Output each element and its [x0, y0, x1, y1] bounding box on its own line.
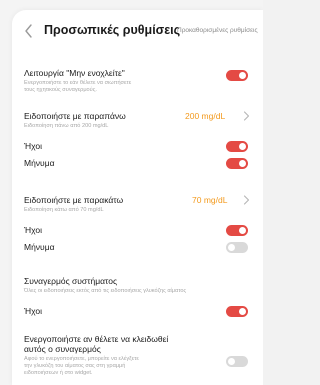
- high-alert-label: Ειδοποιήστε με παραπάνω: [24, 111, 126, 121]
- high-sounds-row: Ήχοι: [12, 138, 263, 154]
- chevron-right-icon: [243, 111, 250, 121]
- settings-panel: Προσωπικές ρυθμίσεις Προκαθορισμένες ρυθ…: [12, 10, 263, 385]
- page-title: Προσωπικές ρυθμίσεις: [44, 23, 181, 37]
- low-alert-row[interactable]: Ειδοποιήστε με παρακάτω Ειδοποίηση κάτω …: [12, 195, 263, 219]
- low-message-label: Μήνυμα: [24, 242, 55, 252]
- system-alarm-row: Συναγερμός συστήματος Όλες οι ειδοποιήσε…: [12, 276, 263, 300]
- chevron-right-icon: [243, 195, 250, 205]
- high-alert-value: 200 mg/dL: [185, 111, 226, 121]
- low-sounds-label: Ήχοι: [24, 225, 42, 235]
- high-alert-sub: Ειδοποίηση πάνω από 200 mg/dL: [24, 123, 109, 129]
- dnd-label: Λειτουργία "Μην ενοχλείτε": [24, 68, 125, 78]
- low-alert-label: Ειδοποιήστε με παρακάτω: [24, 195, 124, 205]
- high-sounds-label: Ήχοι: [24, 141, 42, 151]
- dnd-sub-line2: τους ηχητικούς συναγερμούς.: [24, 87, 97, 93]
- dnd-row: Λειτουργία "Μην ενοχλείτε" Ενεργοποιήστε…: [12, 66, 263, 102]
- lock-alarm-label-line1: Ενεργοποιήστε αν θέλετε να κλειδωθεί: [24, 334, 169, 344]
- lock-alarm-label-line2: αυτός ο συναγερμός: [24, 344, 101, 354]
- lock-alarm-row: Ενεργοποιήστε αν θέλετε να κλειδωθεί αυτ…: [12, 334, 263, 382]
- default-settings-link[interactable]: Προκαθορισμένες ρυθμίσεις: [177, 27, 258, 34]
- screen: Προσωπικές ρυθμίσεις Προκαθορισμένες ρυθ…: [0, 0, 263, 385]
- low-alert-sub: Ειδοποίηση κάτω από 70 mg/dL: [24, 207, 104, 213]
- system-sounds-row: Ήχοι: [12, 303, 263, 319]
- system-alarm-sub: Όλες οι ειδοποιήσεις εκτός από τις ειδοπ…: [24, 288, 187, 294]
- high-sounds-toggle[interactable]: [226, 141, 248, 152]
- chevron-left-icon[interactable]: [24, 23, 34, 39]
- high-message-toggle[interactable]: [226, 158, 248, 169]
- system-alarm-label: Συναγερμός συστήματος: [24, 276, 118, 286]
- header: Προσωπικές ρυθμίσεις Προκαθορισμένες ρυθ…: [12, 22, 263, 42]
- system-sounds-label: Ήχοι: [24, 306, 42, 316]
- lock-alarm-sub-line1: Αφού το ενεργοποιήσετε, μπορείτε να ελέγ…: [24, 356, 139, 362]
- low-sounds-toggle[interactable]: [226, 225, 248, 236]
- lock-alarm-toggle[interactable]: [226, 356, 248, 367]
- low-message-row: Μήνυμα: [12, 239, 263, 255]
- low-message-toggle[interactable]: [226, 242, 248, 253]
- system-sounds-toggle[interactable]: [226, 306, 248, 317]
- lock-alarm-sub-line2: την γλυκόζη του αίματος σας στη γραμμή: [24, 363, 126, 369]
- high-message-label: Μήνυμα: [24, 158, 55, 168]
- dnd-toggle[interactable]: [226, 70, 248, 81]
- low-alert-value: 70 mg/dL: [192, 195, 228, 205]
- dnd-sub-line1: Ενεργοποιήστε το εάν θέλετε να σιωπήσετε: [24, 80, 132, 86]
- high-message-row: Μήνυμα: [12, 155, 263, 171]
- lock-alarm-sub-line3: ειδοποιήσεων ή στο widget.: [24, 370, 93, 376]
- low-sounds-row: Ήχοι: [12, 222, 263, 238]
- high-alert-row[interactable]: Ειδοποιήστε με παραπάνω Ειδοποίηση πάνω …: [12, 111, 263, 135]
